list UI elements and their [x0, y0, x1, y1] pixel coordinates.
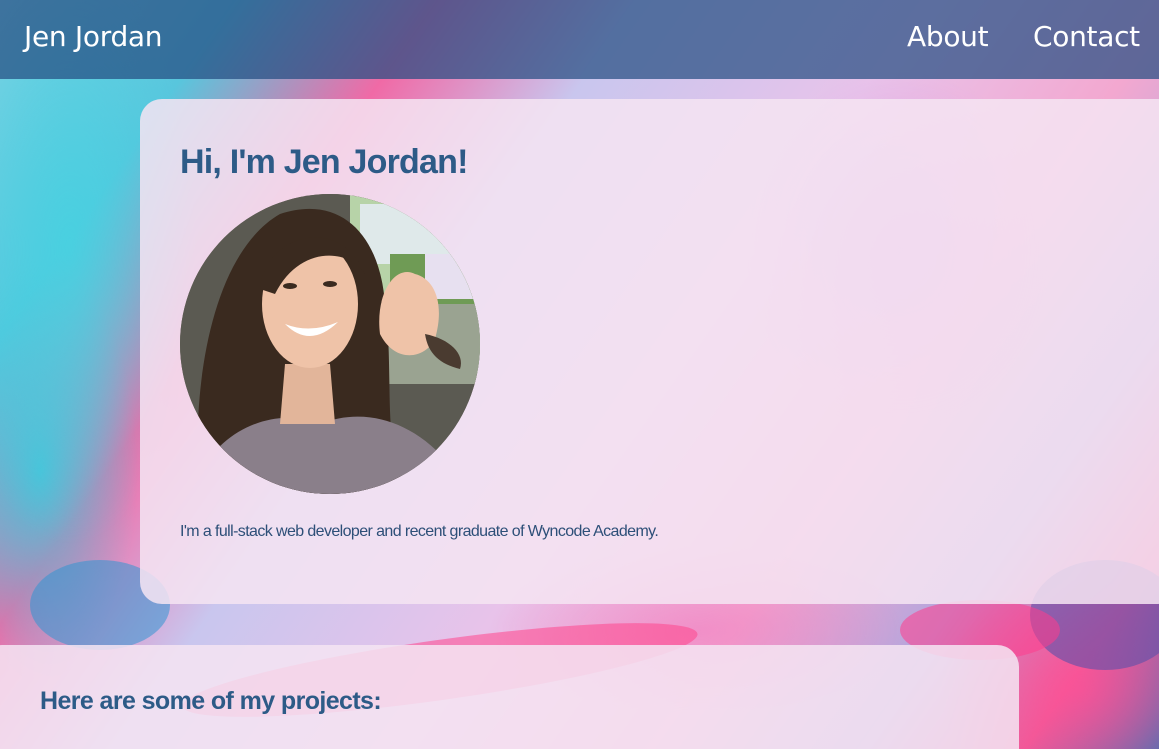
nav-link-contact[interactable]: Contact: [1033, 20, 1140, 53]
projects-title: Here are some of my projects:: [40, 687, 382, 715]
intro-title: Hi, I'm Jen Jordan!: [180, 143, 468, 181]
projects-card: Here are some of my projects:: [0, 645, 1019, 749]
intro-card: Hi, I'm Jen Jordan! I'm a full-stack web…: [140, 99, 1159, 604]
intro-bio: I'm a full-stack web developer and recen…: [180, 523, 659, 540]
profile-photo: [180, 194, 480, 494]
nav-link-about[interactable]: About: [907, 20, 989, 53]
top-navigation-bar: Jen Jordan About Contact: [0, 0, 1159, 79]
profile-photo-illustration: [180, 194, 480, 494]
site-brand[interactable]: Jen Jordan: [24, 20, 163, 53]
